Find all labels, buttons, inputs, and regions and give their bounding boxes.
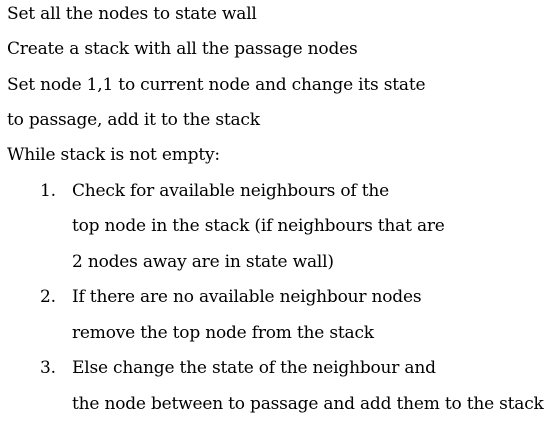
step-text-line: Check for available neighbours of the bbox=[72, 181, 389, 201]
step-number: 3. bbox=[40, 358, 56, 378]
step-text-line: Else change the state of the neighbour a… bbox=[72, 358, 436, 378]
step-text-line: top node in the stack (if neighbours tha… bbox=[72, 216, 445, 236]
step-text-line: If there are no available neighbour node… bbox=[72, 287, 422, 307]
intro-line-2: Create a stack with all the passage node… bbox=[7, 39, 358, 59]
intro-line-1: Set all the nodes to state wall bbox=[7, 4, 257, 24]
intro-line-3: Set node 1,1 to current node and change … bbox=[7, 75, 426, 95]
step-text-line: 2 nodes away are in state wall) bbox=[72, 252, 334, 272]
algorithm-document: Set all the nodes to state wall Create a… bbox=[0, 0, 552, 422]
step-text-line: the node between to passage and add them… bbox=[72, 394, 544, 414]
step-text-line: remove the top node from the stack bbox=[72, 323, 374, 343]
while-loop-line: While stack is not empty: bbox=[7, 145, 220, 165]
step-number: 1. bbox=[40, 181, 56, 201]
step-number: 2. bbox=[40, 287, 56, 307]
intro-line-4: to passage, add it to the stack bbox=[7, 110, 260, 130]
